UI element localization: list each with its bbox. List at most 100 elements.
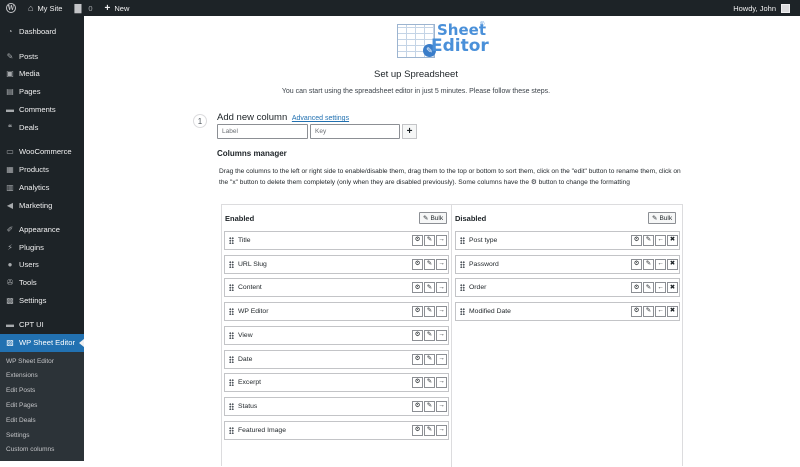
submenu-item-edit-pages[interactable]: Edit Pages xyxy=(0,399,84,414)
settings-button[interactable]: ⚙ xyxy=(631,235,642,246)
edit-button[interactable]: ✎ xyxy=(424,329,435,341)
edit-button[interactable]: ✎ xyxy=(424,424,435,436)
submenu-item-edit-posts[interactable]: Edit Posts xyxy=(0,384,84,399)
column-row[interactable]: Excerpt ⚙ ✎ → xyxy=(224,373,449,393)
sidebar-item-plugins[interactable]: ⚡ Plugins xyxy=(0,238,84,256)
column-row[interactable]: Modified Date ⚙ ✎ ← ✖ xyxy=(455,302,680,322)
move-button[interactable]: → xyxy=(436,258,447,270)
edit-button[interactable]: ✎ xyxy=(424,306,435,318)
new-content-link[interactable]: + New xyxy=(99,0,136,16)
settings-button[interactable]: ⚙ xyxy=(412,306,423,318)
drag-handle-icon[interactable] xyxy=(229,237,234,244)
edit-button[interactable]: ✎ xyxy=(424,353,435,365)
sidebar-item-users[interactable]: ● Users xyxy=(0,256,84,274)
settings-button[interactable]: ⚙ xyxy=(412,235,423,246)
sidebar-item-dashboard[interactable]: ◔ Dashboard xyxy=(0,23,84,41)
move-button[interactable]: → xyxy=(436,306,447,318)
settings-button[interactable]: ⚙ xyxy=(412,400,423,412)
delete-button[interactable]: ✖ xyxy=(667,258,678,270)
delete-button[interactable]: ✖ xyxy=(667,306,678,318)
settings-button[interactable]: ⚙ xyxy=(412,329,423,341)
column-row[interactable]: Featured Image ⚙ ✎ → xyxy=(224,420,449,440)
settings-button[interactable]: ⚙ xyxy=(412,258,423,270)
settings-button[interactable]: ⚙ xyxy=(412,377,423,389)
comments-link[interactable]: ▇ 0 xyxy=(68,0,98,16)
sidebar-item-woocommerce[interactable]: ▭ WooCommerce xyxy=(0,143,84,161)
sidebar-item-pages[interactable]: ▤ Pages xyxy=(0,83,84,101)
drag-handle-icon[interactable] xyxy=(229,284,234,292)
edit-button[interactable]: ✎ xyxy=(424,377,435,389)
drag-handle-icon[interactable] xyxy=(229,331,234,339)
settings-button[interactable]: ⚙ xyxy=(412,282,423,294)
column-row[interactable]: Title ⚙ ✎ → xyxy=(224,231,449,250)
disabled-bulk-button[interactable]: ✎ Bulk xyxy=(648,212,677,224)
drag-handle-icon[interactable] xyxy=(229,402,234,410)
settings-button[interactable]: ⚙ xyxy=(631,282,642,294)
edit-button[interactable]: ✎ xyxy=(643,258,654,270)
edit-button[interactable]: ✎ xyxy=(424,282,435,294)
edit-button[interactable]: ✎ xyxy=(643,235,654,246)
sidebar-item-products[interactable]: ▦ Products xyxy=(0,161,84,179)
column-row[interactable]: WP Editor ⚙ ✎ → xyxy=(224,302,449,322)
drag-handle-icon[interactable] xyxy=(229,308,234,316)
site-name-link[interactable]: ⌂ My Site xyxy=(22,0,68,16)
move-button[interactable]: → xyxy=(436,329,447,341)
edit-button[interactable]: ✎ xyxy=(424,235,435,246)
sidebar-item-posts[interactable]: ✎ Posts xyxy=(0,47,84,65)
sidebar-item-deals[interactable]: ❝ Deals xyxy=(0,118,84,136)
advanced-settings-link[interactable]: Advanced settings xyxy=(292,115,349,122)
sidebar-item-settings[interactable]: ▩ Settings xyxy=(0,292,84,310)
submenu-item-extensions[interactable]: Extensions xyxy=(0,369,84,384)
sidebar-item-marketing[interactable]: ◀ Marketing xyxy=(0,196,84,214)
add-column-button[interactable]: + xyxy=(402,124,417,139)
drag-handle-icon[interactable] xyxy=(460,260,465,268)
move-button[interactable]: ← xyxy=(655,306,666,318)
column-row[interactable]: Date ⚙ ✎ → xyxy=(224,349,449,369)
sidebar-item-appearance[interactable]: ✐ Appearance xyxy=(0,220,84,238)
sidebar-item-media[interactable]: ▣ Media xyxy=(0,65,84,83)
drag-handle-icon[interactable] xyxy=(460,237,465,244)
column-label-input[interactable] xyxy=(217,124,308,139)
move-button[interactable]: → xyxy=(436,377,447,389)
settings-button[interactable]: ⚙ xyxy=(412,353,423,365)
move-button[interactable]: ← xyxy=(655,282,666,294)
column-row[interactable]: Password ⚙ ✎ ← ✖ xyxy=(455,254,680,274)
drag-handle-icon[interactable] xyxy=(460,284,465,292)
sidebar-item-tools[interactable]: ✇ Tools xyxy=(0,274,84,292)
enabled-bulk-button[interactable]: ✎ Bulk xyxy=(419,212,448,224)
move-button[interactable]: → xyxy=(436,400,447,412)
column-row[interactable]: Status ⚙ ✎ → xyxy=(224,396,449,416)
column-row[interactable]: Content ⚙ ✎ → xyxy=(224,278,449,298)
drag-handle-icon[interactable] xyxy=(229,355,234,363)
settings-button[interactable]: ⚙ xyxy=(412,424,423,436)
submenu-item-settings[interactable]: Settings xyxy=(0,429,84,444)
submenu-item-edit-deals[interactable]: Edit Deals xyxy=(0,414,84,429)
move-button[interactable]: → xyxy=(436,424,447,436)
move-button[interactable]: → xyxy=(436,353,447,365)
delete-button[interactable]: ✖ xyxy=(667,282,678,294)
sidebar-item-comments[interactable]: ▬ Comments xyxy=(0,101,84,119)
move-button[interactable]: → xyxy=(436,235,447,246)
column-row[interactable]: Order ⚙ ✎ ← ✖ xyxy=(455,278,680,298)
edit-button[interactable]: ✎ xyxy=(424,258,435,270)
edit-button[interactable]: ✎ xyxy=(424,400,435,412)
column-row[interactable]: Post type ⚙ ✎ ← ✖ xyxy=(455,231,680,250)
settings-button[interactable]: ⚙ xyxy=(631,306,642,318)
drag-handle-icon[interactable] xyxy=(229,260,234,268)
move-button[interactable]: ← xyxy=(655,258,666,270)
submenu-item-wp-sheet-editor[interactable]: WP Sheet Editor xyxy=(0,355,84,370)
drag-handle-icon[interactable] xyxy=(229,426,234,434)
sidebar-item-cpt-ui[interactable]: ▬ CPT UI xyxy=(0,316,84,334)
wp-logo-menu[interactable]: W xyxy=(0,0,22,16)
account-menu[interactable]: Howdy, John xyxy=(733,3,800,13)
sidebar-item-wp-sheet-editor[interactable]: ▨ WP Sheet Editor xyxy=(0,333,84,352)
sidebar-item-analytics[interactable]: ▥ Analytics xyxy=(0,178,84,196)
edit-button[interactable]: ✎ xyxy=(643,282,654,294)
column-key-input[interactable] xyxy=(310,124,400,139)
drag-handle-icon[interactable] xyxy=(460,308,465,316)
settings-button[interactable]: ⚙ xyxy=(631,258,642,270)
column-row[interactable]: View ⚙ ✎ → xyxy=(224,325,449,345)
drag-handle-icon[interactable] xyxy=(229,379,234,387)
submenu-item-custom-columns[interactable]: Custom columns xyxy=(0,443,84,458)
move-button[interactable]: ← xyxy=(655,235,666,246)
